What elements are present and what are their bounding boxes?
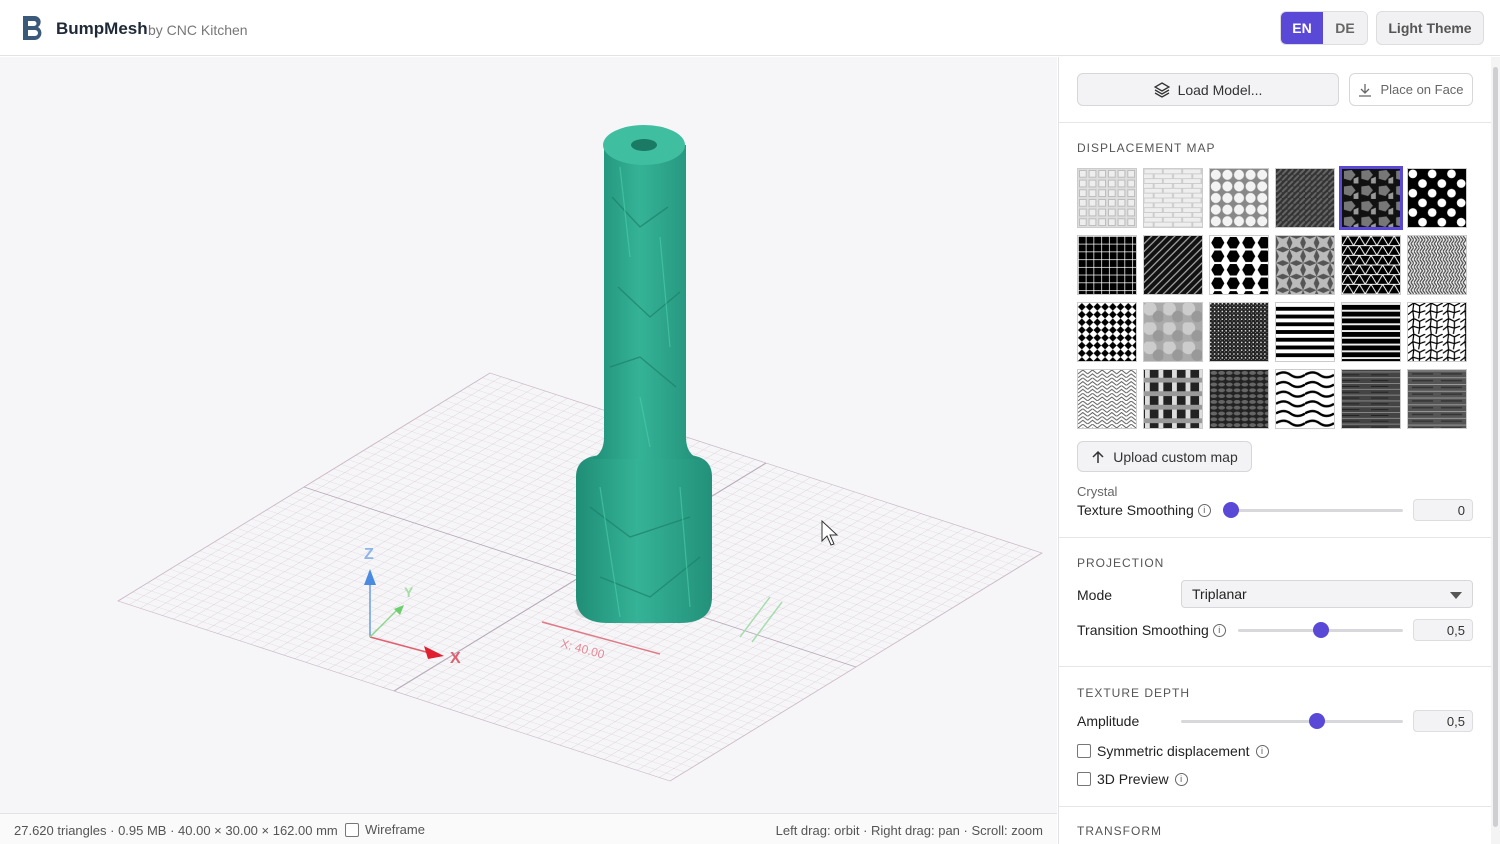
controls-hint: Left drag: orbit · Right drag: pan · Scr… (775, 823, 1043, 838)
scene-canvas[interactable]: X: 40.00 Z X Y (0, 57, 1057, 813)
place-on-face-button[interactable]: Place on Face (1349, 73, 1473, 106)
map-tile-15[interactable] (1209, 302, 1269, 362)
map-tile-18[interactable] (1407, 302, 1467, 362)
divider (1059, 537, 1491, 538)
map-tile-1[interactable] (1077, 168, 1137, 228)
map-tile-12[interactable] (1407, 235, 1467, 295)
transform-title: TRANSFORM (1077, 824, 1162, 838)
transition-smoothing-label: Transition Smoothing (1077, 622, 1209, 638)
map-tile-9[interactable] (1209, 235, 1269, 295)
app-header: BumpMesh by CNC Kitchen EN DE Light Them… (0, 0, 1500, 56)
texture-smoothing-label: Texture Smoothing (1077, 502, 1194, 518)
map-tile-22[interactable] (1275, 369, 1335, 429)
symmetric-displacement-checkbox[interactable] (1077, 744, 1091, 758)
divider (1059, 666, 1491, 667)
symmetric-displacement-toggle[interactable]: Symmetric displacement i (1077, 743, 1269, 759)
map-tile-7[interactable] (1077, 235, 1137, 295)
load-model-button[interactable]: Load Model... (1077, 73, 1339, 106)
model-mesh[interactable] (575, 125, 712, 624)
amplitude-label: Amplitude (1077, 713, 1140, 729)
axis-z-label: Z (364, 546, 374, 563)
axis-x-label: X (450, 650, 461, 667)
texture-depth-title: TEXTURE DEPTH (1077, 686, 1191, 700)
texture-smoothing-slider[interactable] (1223, 502, 1403, 518)
map-tile-21[interactable] (1209, 369, 1269, 429)
slider-thumb[interactable] (1308, 713, 1325, 729)
mesh-stats: 27.620 triangles · 0.95 MB · 40.00 × 30.… (14, 823, 338, 838)
axis-y-label: Y (404, 584, 414, 600)
transition-smoothing-row: Transition Smoothing i (1077, 622, 1226, 638)
map-tile-4[interactable] (1275, 168, 1335, 228)
divider (1059, 122, 1491, 123)
app-subtitle: by CNC Kitchen (148, 22, 248, 38)
map-tile-11[interactable] (1341, 235, 1401, 295)
projection-mode-select[interactable]: Triplanar (1181, 580, 1473, 608)
projection-title: PROJECTION (1077, 556, 1165, 570)
info-icon[interactable]: i (1255, 744, 1269, 758)
mode-label: Mode (1077, 587, 1113, 603)
map-tile-16[interactable] (1275, 302, 1335, 362)
map-tile-2[interactable] (1143, 168, 1203, 228)
symmetric-displacement-label: Symmetric displacement (1097, 743, 1250, 759)
divider (1059, 806, 1491, 807)
selected-map-name: Crystal (1077, 484, 1118, 499)
3d-viewport[interactable]: X: 40.00 Z X Y (0, 57, 1057, 813)
amplitude-slider[interactable] (1181, 713, 1403, 729)
map-tile-10[interactable] (1275, 235, 1335, 295)
map-tile-20[interactable] (1143, 369, 1203, 429)
3d-preview-label: 3D Preview (1097, 771, 1169, 787)
slider-thumb[interactable] (1312, 622, 1329, 638)
3d-preview-checkbox[interactable] (1077, 772, 1091, 786)
slider-track (1181, 720, 1403, 723)
amplitude-input[interactable]: 0,5 (1413, 710, 1473, 732)
scrollbar-thumb[interactable] (1493, 67, 1498, 827)
transition-smoothing-slider[interactable] (1238, 622, 1403, 638)
map-tile-23[interactable] (1341, 369, 1401, 429)
lang-de-button[interactable]: DE (1323, 12, 1367, 44)
upload-custom-map-label: Upload custom map (1113, 448, 1238, 465)
map-tile-crystal-selected[interactable] (1339, 166, 1403, 230)
map-tile-19[interactable] (1077, 369, 1137, 429)
slider-track (1223, 509, 1403, 512)
wireframe-label: Wireframe (365, 822, 425, 837)
bumpmesh-logo-icon (23, 16, 42, 40)
load-model-label: Load Model... (1177, 81, 1263, 98)
upload-custom-map-button[interactable]: Upload custom map (1077, 441, 1252, 472)
layers-icon (1153, 81, 1170, 98)
map-tile-6[interactable] (1407, 168, 1467, 228)
app-title: BumpMesh (56, 19, 148, 38)
wireframe-toggle[interactable]: Wireframe (345, 822, 425, 837)
texture-smoothing-input[interactable]: 0 (1413, 499, 1473, 521)
displacement-map-grid (1077, 166, 1473, 429)
map-tile-17[interactable] (1341, 302, 1401, 362)
info-icon[interactable]: i (1212, 623, 1226, 637)
arrow-up-icon (1092, 450, 1104, 463)
projection-mode-value: Triplanar (1192, 586, 1247, 602)
theme-toggle-button[interactable]: Light Theme (1376, 11, 1484, 45)
wireframe-checkbox[interactable] (345, 822, 359, 837)
download-icon (1359, 83, 1372, 97)
displacement-map-title: DISPLACEMENT MAP (1077, 141, 1216, 155)
lang-en-button[interactable]: EN (1281, 12, 1323, 44)
place-on-face-label: Place on Face (1380, 82, 1464, 97)
status-bar: 27.620 triangles · 0.95 MB · 40.00 × 30.… (0, 813, 1057, 844)
3d-preview-toggle[interactable]: 3D Preview i (1077, 771, 1188, 787)
map-tile-3[interactable] (1209, 168, 1269, 228)
slider-thumb[interactable] (1223, 502, 1239, 518)
map-tile-8[interactable] (1143, 235, 1203, 295)
info-icon[interactable]: i (1197, 503, 1211, 517)
settings-panel: Load Model... Place on Face DISPLACEMENT… (1058, 57, 1491, 844)
panel-scrollbar[interactable] (1491, 57, 1500, 844)
map-tile-14[interactable] (1143, 302, 1203, 362)
chevron-down-icon (1450, 592, 1462, 599)
map-tile-13[interactable] (1077, 302, 1137, 362)
transition-smoothing-input[interactable]: 0,5 (1413, 619, 1473, 641)
language-switcher: EN DE (1280, 11, 1368, 45)
texture-smoothing-row: Texture Smoothing i (1077, 502, 1211, 518)
map-tile-24[interactable] (1407, 369, 1467, 429)
info-icon[interactable]: i (1174, 772, 1188, 786)
